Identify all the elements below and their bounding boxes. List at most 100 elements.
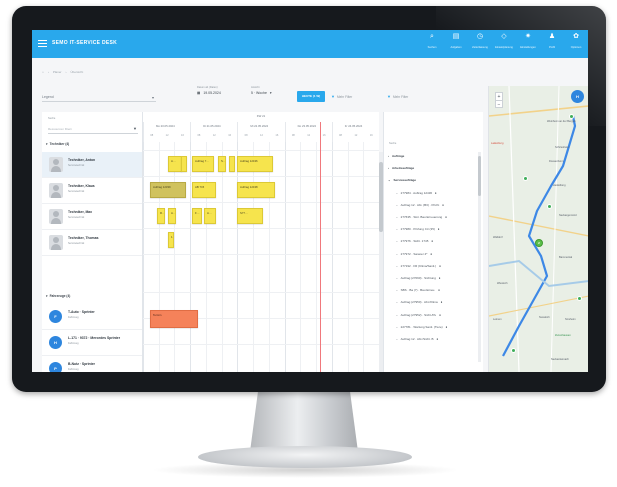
map-pin-icon[interactable]: ♦	[439, 276, 441, 280]
panel-order-item[interactable]: – SBS · Ba (7) · Bau Erneu. ♦	[396, 288, 483, 292]
appointment-event[interactable]: S77…	[237, 208, 263, 224]
header-action-4[interactable]: ✷ Einstellungen	[518, 33, 538, 49]
appointment-event[interactable]: A…	[168, 156, 182, 172]
map-pin-icon[interactable]: ♦	[445, 215, 447, 219]
chevron-icon: ⌄	[388, 178, 391, 183]
appointment-event[interactable]: Auftrag 12436	[237, 156, 273, 172]
map-pin-icon[interactable]: ♦	[431, 239, 433, 243]
schedule-grid[interactable]: KW 21 Mo 20.05.2024 08 12 16 Di 21.05.2024 08…	[143, 112, 379, 372]
today-button[interactable]: HEUTE (1 W)	[297, 91, 325, 102]
zoom-out-button[interactable]: −	[496, 101, 502, 109]
panel-group-item[interactable]: ⌄ Serviceaufträge	[388, 178, 480, 182]
technician-role: Servicetechnik	[68, 164, 85, 167]
map-pin-icon[interactable]: ♦	[438, 288, 440, 292]
appointment-event[interactable]: R…	[157, 208, 165, 224]
map-pin-icon[interactable]: ♦	[439, 313, 441, 317]
header-action-1[interactable]: ▤ Aufgaben	[446, 33, 466, 49]
breadcrumb-item[interactable]: Planer	[53, 70, 62, 74]
more-filter-button[interactable]: ▼ Mehr Filter	[331, 94, 352, 99]
map-pin[interactable]	[523, 176, 528, 181]
avatar	[49, 209, 63, 224]
appointment-event[interactable]: Auftrag 7…	[192, 156, 214, 172]
header-action-0[interactable]: ⌕ Suchen	[422, 33, 442, 49]
breadcrumb-item[interactable]: ⌂	[42, 70, 44, 74]
panel-order-label: 277972 · Saneier 4*	[400, 251, 428, 256]
panel-order-item[interactable]: –277635 · Stör. Bau Erneuerung ♦	[396, 215, 483, 219]
map-zoom-control[interactable]: + −	[495, 92, 503, 108]
map-pin[interactable]	[577, 296, 582, 301]
panel-order-label: Auftrag (27090) · Sichtung	[400, 276, 436, 280]
technician-row[interactable]: Techniker, Klaus Servicetechnik	[42, 178, 142, 204]
panel-order-item[interactable]: –277976 · Sicht. 1745 ♦	[396, 239, 483, 243]
vehicle-avatar: P	[49, 362, 62, 372]
view-select[interactable]: Ansicht 5 · Woche ▾	[251, 86, 272, 95]
technician-row[interactable]: Techniker, Thomas Servicetechnik	[42, 230, 142, 256]
appointment-event[interactable]: AB 715	[192, 182, 216, 198]
appointment-event[interactable]: A…	[204, 208, 216, 224]
date-picker[interactable]: Datum ab (Daten) ▦ 19.05.2024	[197, 86, 221, 95]
app-title: SEMO IT-SERVICE DESK	[52, 40, 118, 46]
panel-order-item[interactable]: – Auftrag (27950) · Abt./Klima ♦	[396, 300, 483, 304]
map-pin-icon[interactable]: ♦	[441, 300, 443, 304]
technician-row[interactable]: Techniker, Anton Servicetechnik	[42, 152, 142, 178]
appointment-event[interactable]: 1…	[168, 232, 174, 248]
map-pin-icon[interactable]: ♦	[430, 252, 432, 256]
breadcrumb-item[interactable]: Übersicht	[70, 70, 83, 74]
panel-order-item[interactable]: – Auftrag 12 · Abt./Sicht. B ♦	[396, 337, 483, 341]
appointment-event[interactable]	[229, 156, 235, 172]
map-pin-icon[interactable]: ♦	[437, 337, 439, 341]
appointment-event[interactable]: Auftrag 12339	[150, 182, 186, 198]
vehicle-row[interactable]: F T-Auto · Sprinter Fahrzeug	[42, 304, 142, 330]
header-action-6[interactable]: ✿ Optionen	[566, 33, 586, 49]
resource-search-input[interactable]: Ressourcen filtern ▼	[48, 125, 138, 134]
map-place-label: Zuzenhausen	[555, 334, 571, 337]
map-place-label: Leimen	[493, 318, 502, 321]
map-pin-icon[interactable]: ♦	[439, 264, 441, 268]
zoom-in-button[interactable]: +	[496, 93, 502, 101]
panel-group-item[interactable]: › Arbeitsaufträge	[388, 166, 480, 170]
header-action-2[interactable]: ◷ Zeiterfassung	[470, 33, 490, 49]
map-pin[interactable]	[511, 348, 516, 353]
map-location-button[interactable]: H	[571, 90, 584, 103]
appointment-event[interactable]: S…	[218, 156, 226, 172]
app-screen: SEMO IT-SERVICE DESK ⌕ Suchen ▤ Aufgaben ◷ Ze…	[32, 30, 588, 372]
header-action-label: Suchen	[427, 46, 437, 49]
route-map[interactable]: + − H 2 Weinheim an der Bergstr. Schriesh…	[488, 86, 588, 372]
group-technicians-header[interactable]: ▾ Techniker (4)	[46, 142, 69, 146]
panel-order-item[interactable]: –227781 · Wartung Sanit. (Tiere) ♦	[396, 325, 483, 329]
map-pin[interactable]	[569, 114, 574, 119]
map-pin-icon[interactable]: ♦	[438, 227, 440, 231]
panel-order-item[interactable]: –277984 · Auftrag 12436 ♦	[396, 191, 483, 195]
appointment-event[interactable]: Auftrag 12438	[237, 182, 275, 198]
hamburger-menu-icon[interactable]	[38, 40, 47, 47]
panel-order-item[interactable]: – Auftrag (27952) · Sicht./Pu ♦	[396, 313, 483, 317]
panel-filter-button[interactable]: ▼ Mehr Filter	[387, 94, 408, 99]
appointment-event[interactable]: Termin	[150, 310, 198, 328]
appointment-event[interactable]: A…	[168, 208, 176, 224]
panel-order-item[interactable]: – Auftrag (27090) · Sichtung ♦	[396, 276, 483, 280]
technician-name: Techniker, Klaus	[68, 184, 95, 188]
appointment-event[interactable]	[181, 156, 187, 172]
bullet-icon: –	[396, 312, 398, 317]
map-pin-icon[interactable]: ♦	[442, 203, 444, 207]
panel-group-item[interactable]: › Aufträge	[388, 154, 480, 158]
map-pin[interactable]	[547, 204, 552, 209]
legend-select[interactable]: Legend ▾	[42, 92, 156, 102]
week-label: KW 21	[256, 114, 266, 118]
map-pin-icon[interactable]: ♦	[435, 191, 437, 195]
panel-order-item[interactable]: –277192 · FR (Klima/Sanit.) ♦	[396, 264, 483, 268]
header-action-3[interactable]: ◇ Einsatzplanung	[494, 33, 514, 49]
appointment-event[interactable]: F…	[192, 208, 202, 224]
map-pin-icon[interactable]: ♦	[446, 325, 448, 329]
map-cluster-marker[interactable]: 2	[535, 239, 543, 247]
group-vehicles-header[interactable]: ▾ Fahrzeuge (4)	[46, 294, 70, 298]
header-action-5[interactable]: ♟ Profil	[542, 33, 562, 49]
filter-icon[interactable]: ▼	[133, 126, 137, 131]
panel-order-item[interactable]: –277980 · Prüfung Ctr (35) ♦	[396, 227, 483, 231]
vehicle-row[interactable]: H L-171 · 9372 · Mercedes Sprinter Fahrzeu…	[42, 330, 142, 356]
panel-order-item[interactable]: – Auftrag 12 · Abt. (B3) · Pricht ♦	[396, 203, 483, 207]
panel-scrollbar[interactable]	[478, 152, 481, 362]
panel-order-item[interactable]: –277972 · Saneier 4* ♦	[396, 252, 483, 256]
vehicle-row[interactable]: P B-Nutz · Sprinter Fahrzeug	[42, 356, 142, 372]
technician-row[interactable]: Techniker, Max Servicetechnik	[42, 204, 142, 230]
